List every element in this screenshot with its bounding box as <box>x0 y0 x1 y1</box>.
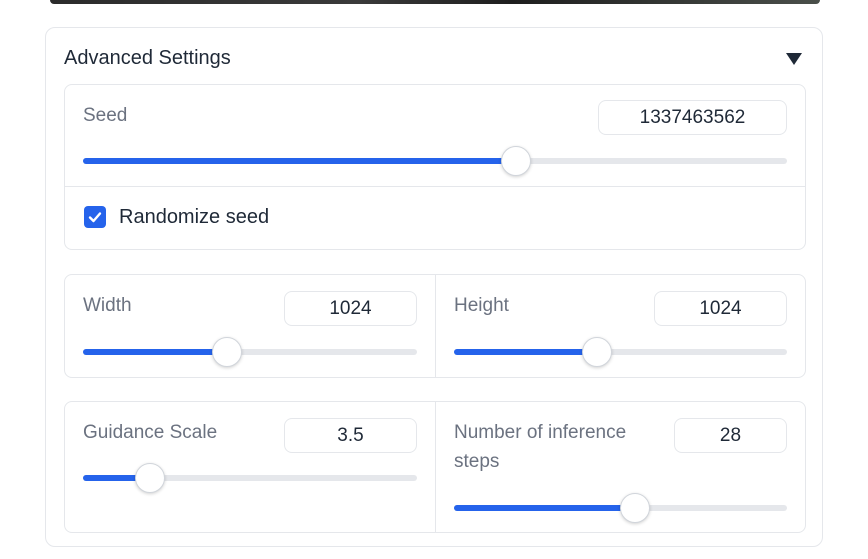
randomize-seed-label[interactable]: Randomize seed <box>119 203 269 232</box>
advanced-settings-title[interactable]: Advanced Settings <box>64 47 231 70</box>
width-input[interactable] <box>284 291 417 326</box>
width-slider-fill <box>83 349 227 355</box>
advanced-settings-accordion: Advanced Settings Seed Randomize seed Wi… <box>45 27 823 547</box>
params-divider <box>435 402 436 532</box>
guidance-scale-slider-thumb[interactable] <box>134 463 165 493</box>
seed-slider-thumb[interactable] <box>500 146 531 176</box>
seed-slider-fill <box>83 158 516 164</box>
width-slider-thumb[interactable] <box>211 337 242 367</box>
width-slider[interactable] <box>83 337 417 367</box>
height-input[interactable] <box>654 291 787 326</box>
seed-divider <box>65 186 805 187</box>
triangle-down-icon[interactable] <box>786 53 802 65</box>
inference-steps-input[interactable] <box>674 418 787 453</box>
seed-input[interactable] <box>598 100 787 135</box>
seed-label: Seed <box>83 105 128 126</box>
checkmark-icon <box>88 212 102 223</box>
generation-params-block: Guidance Scale Number of inference steps <box>64 401 806 533</box>
inference-steps-slider[interactable] <box>454 493 787 523</box>
height-slider-thumb[interactable] <box>582 337 613 367</box>
randomize-seed-checkbox[interactable] <box>84 206 106 228</box>
inference-steps-slider-thumb[interactable] <box>620 493 651 523</box>
width-label: Width <box>83 295 132 316</box>
guidance-scale-label: Guidance Scale <box>83 422 218 443</box>
inference-steps-slider-fill <box>454 505 636 511</box>
seed-block: Seed Randomize seed <box>64 84 806 250</box>
dimensions-divider <box>435 275 436 377</box>
guidance-scale-input[interactable] <box>284 418 417 453</box>
guidance-scale-slider[interactable] <box>83 463 417 493</box>
inference-steps-label: Number of inference steps <box>454 422 627 472</box>
height-label: Height <box>454 295 509 316</box>
seed-slider[interactable] <box>83 146 787 176</box>
height-slider[interactable] <box>454 337 787 367</box>
dimensions-block: Width Height <box>64 274 806 378</box>
height-slider-fill <box>454 349 598 355</box>
image-preview-bottom-edge <box>50 0 820 4</box>
